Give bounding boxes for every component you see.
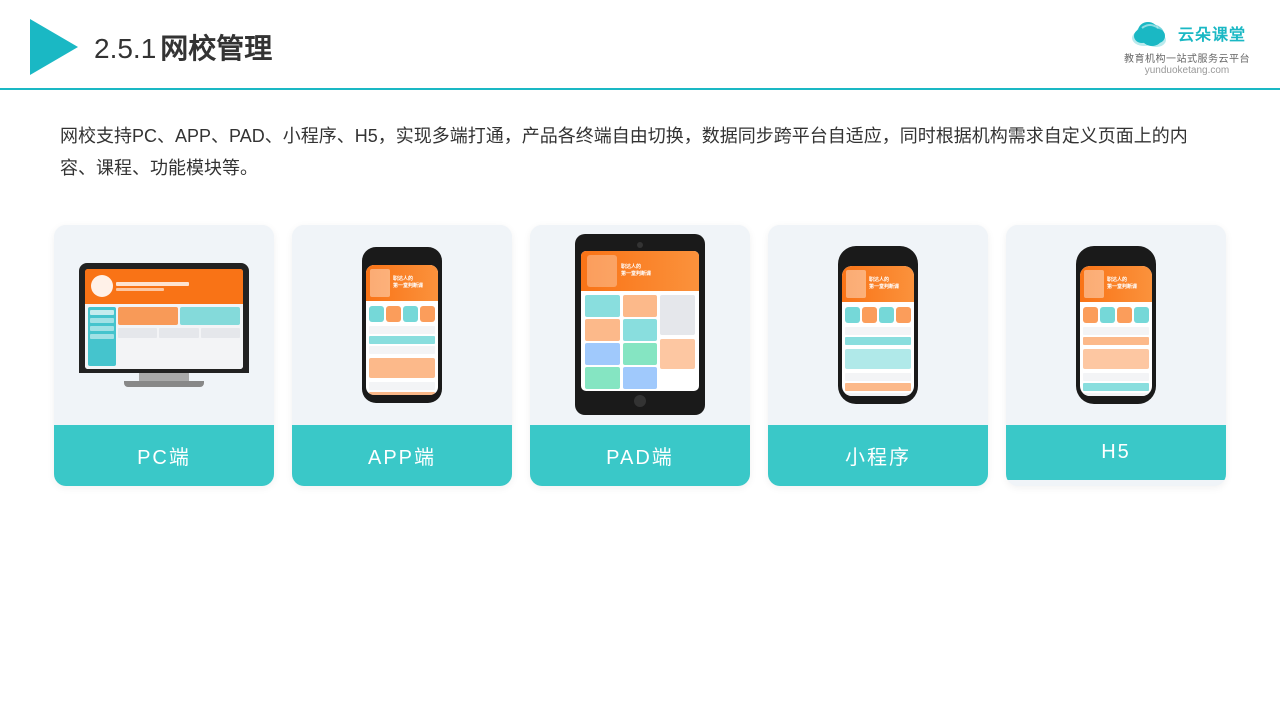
card-pad-image: 职达人的第一堂判断课	[530, 225, 750, 425]
miniapp-phone-mockup: 职达人的第一堂判断课	[838, 246, 918, 404]
card-app-image: 职达人的第一堂判断课	[292, 225, 512, 425]
header-left: 2.5.1网校管理	[30, 19, 272, 75]
logo-main-text: 云朵课堂	[1178, 21, 1246, 45]
card-pad-label: PAD端	[530, 425, 750, 486]
card-pc-image	[54, 225, 274, 425]
card-pad: 职达人的第一堂判断课	[530, 225, 750, 486]
logo-subtitle: 教育机构一站式服务云平台	[1124, 50, 1250, 65]
cloud-icon	[1128, 18, 1172, 48]
logo-domain: yunduoketang.com	[1145, 65, 1230, 76]
card-miniapp: 职达人的第一堂判断课	[768, 225, 988, 486]
section-number: 2.5.1	[94, 33, 156, 64]
title-text: 网校管理	[160, 33, 272, 64]
pc-mockup	[79, 263, 249, 387]
card-app-label: APP端	[292, 425, 512, 486]
play-icon	[30, 19, 78, 75]
logo-area: 云朵课堂 教育机构一站式服务云平台 yunduoketang.com	[1124, 18, 1250, 76]
card-pc-label: PC端	[54, 425, 274, 486]
card-miniapp-label: 小程序	[768, 425, 988, 486]
header: 2.5.1网校管理 云朵课堂 教育机构一站式服务云平台 yunduoketang…	[0, 0, 1280, 90]
app-phone-mockup: 职达人的第一堂判断课	[362, 247, 442, 403]
description-text: 网校支持PC、APP、PAD、小程序、H5，实现多端打通，产品各终端自由切换，数…	[0, 90, 1280, 205]
h5-phone-mockup: 职达人的第一堂判断课	[1076, 246, 1156, 404]
card-app: 职达人的第一堂判断课	[292, 225, 512, 486]
card-h5-label: H5	[1006, 425, 1226, 480]
logo-cloud: 云朵课堂	[1128, 18, 1246, 48]
card-h5: 职达人的第一堂判断课	[1006, 225, 1226, 486]
cards-container: PC端 职达人的第一堂判断课	[0, 205, 1280, 516]
pad-mockup: 职达人的第一堂判断课	[575, 234, 705, 415]
card-miniapp-image: 职达人的第一堂判断课	[768, 225, 988, 425]
page-title: 2.5.1网校管理	[94, 27, 272, 67]
card-h5-image: 职达人的第一堂判断课	[1006, 225, 1226, 425]
card-pc: PC端	[54, 225, 274, 486]
description-paragraph: 网校支持PC、APP、PAD、小程序、H5，实现多端打通，产品各终端自由切换，数…	[60, 120, 1220, 185]
